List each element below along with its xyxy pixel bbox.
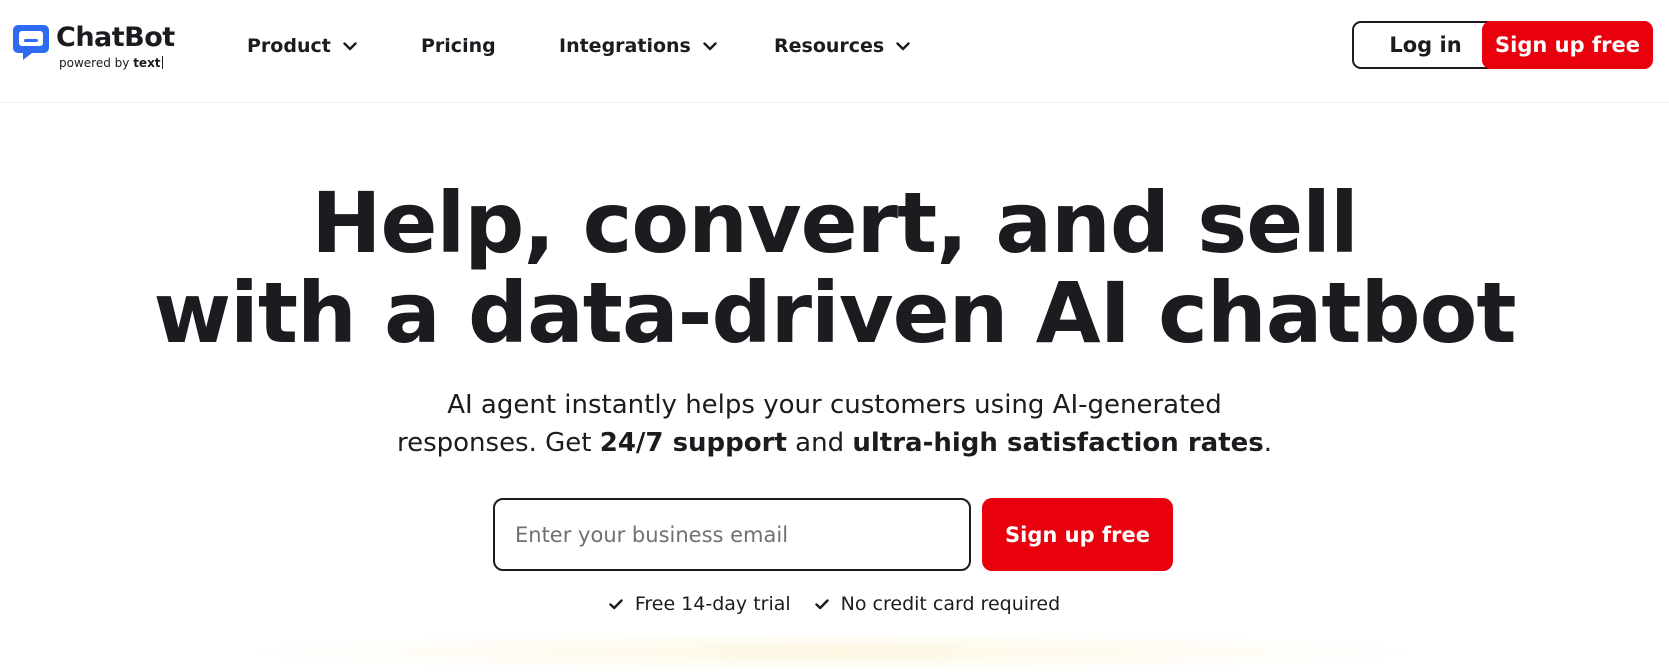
nav-product[interactable]: Product [247, 33, 357, 59]
chevron-down-icon [896, 41, 910, 50]
chevron-down-icon [343, 41, 357, 50]
hero-title-line-2: with a data-driven AI chatbot [153, 264, 1516, 362]
text-caret [161, 56, 164, 69]
nav-pricing[interactable]: Pricing [421, 33, 496, 59]
nav-resources[interactable]: Resources [774, 33, 910, 59]
chevron-down-icon [703, 41, 717, 50]
perks-list: Free 14-day trial No credit card require… [0, 593, 1669, 615]
business-email-input[interactable] [493, 498, 971, 571]
login-button[interactable]: Log in [1352, 21, 1499, 69]
subtitle-text-e: . [1263, 428, 1273, 458]
site-header: ChatBot powered by text Product Pricing … [0, 0, 1669, 103]
hero-signup-button[interactable]: Sign up free [982, 498, 1173, 571]
powered-prefix: powered by [59, 56, 130, 70]
perk-label: Free 14-day trial [634, 593, 791, 615]
nav-integrations[interactable]: Integrations [559, 33, 717, 59]
nav-integrations-label: Integrations [559, 35, 691, 57]
perk-label: No credit card required [840, 593, 1061, 615]
hero-image-preview-edge [230, 632, 1440, 672]
perk-item: Free 14-day trial [609, 593, 791, 615]
checkmark-icon [814, 598, 829, 609]
subtitle-text-a: responses. Get [396, 428, 600, 458]
powered-brand: text [133, 56, 161, 70]
brand-name: ChatBot [56, 22, 175, 53]
powered-by-label: powered by text [59, 56, 164, 70]
checkmark-icon [609, 598, 623, 609]
chatbot-logo[interactable]: ChatBot powered by text [12, 22, 182, 72]
hero-subtitle-line-2: responses. Get 24/7 support and ultra-hi… [0, 424, 1669, 462]
subtitle-highlight-support: 24/7 support [599, 428, 787, 458]
nav-pricing-label: Pricing [421, 35, 496, 57]
hero-title-line-1: Help, convert, and sell [311, 174, 1359, 272]
subtitle-text-c: and [786, 428, 853, 458]
hero-subtitle: AI agent instantly helps your customers … [0, 386, 1669, 462]
hero-title: Help, convert, and sell with a data-driv… [0, 178, 1669, 358]
nav-product-label: Product [247, 35, 331, 57]
nav-resources-label: Resources [774, 35, 885, 57]
hero-subtitle-line-1: AI agent instantly helps your customers … [447, 390, 1222, 420]
subtitle-highlight-satisfaction: ultra-high satisfaction rates [852, 428, 1264, 458]
perk-item: No credit card required [814, 593, 1061, 615]
header-signup-button[interactable]: Sign up free [1482, 21, 1653, 69]
chat-bubble-icon [13, 25, 49, 60]
